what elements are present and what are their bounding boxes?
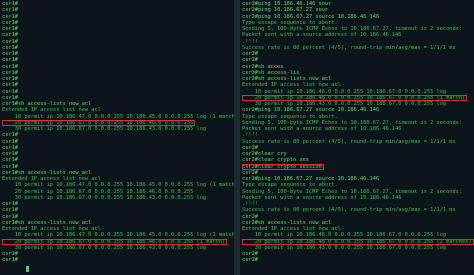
highlighted-acl-line: csr2#clear crypto session [242, 163, 324, 170]
terminal-line: 10 permit ip 10.186.46.0 0.0.0.255 10.18… [242, 232, 447, 239]
highlighted-acl-line: 20 permit ip 10.186.67.0 0.0.0.255 10.18… [2, 238, 228, 245]
terminal-line: 30 permit ip 10.186.67.0 0.0.0.255 10.18… [2, 194, 207, 201]
terminal-line: csr2#clear crypto ses [242, 157, 309, 164]
highlighted-acl-line: 20 permit ip 10.186.46.0 0.0.0.255 10.18… [242, 238, 474, 245]
terminal-line: 10 permit ip 10.186.47.0 0.0.0.255 10.18… [2, 113, 234, 120]
terminal-line: 30 permit ip 10.186.67.0 0.0.0.255 10.18… [2, 244, 207, 251]
terminal-window: csr1# csr1# csr1# csr1# csr1# csr1# csr1# csr1#… [0, 0, 474, 275]
terminal-line: 30 permit ip 10.186.67.0 0.0.0.255 10.18… [2, 126, 207, 132]
terminal-line: Sending 5, 100-byte ICMP Echos to 10.186… [242, 188, 463, 195]
terminal-line: csr1# [2, 257, 18, 264]
terminal-line: 10 permit ip 10.186.46.0 0.0.0.255 10.18… [242, 88, 447, 95]
terminal-output-csr1: csr1# csr1# csr1# csr1# csr1# csr1# csr1# csr1#… [2, 1, 234, 264]
terminal-line: Success rate is 80 percent (4/5), round-… [242, 44, 456, 51]
terminal-line: Success rate is 80 percent (4/5), round-… [242, 138, 456, 145]
terminal-pane-csr1[interactable]: csr1# csr1# csr1# csr1# csr1# csr1# csr1# csr1#… [0, 0, 234, 275]
terminal-line: 10 permit ip 10.186.47.0 0.0.0.255 10.18… [2, 182, 234, 189]
text-cursor [26, 266, 29, 272]
terminal-line: csr2# [242, 257, 258, 264]
terminal-line: Success rate is 80 percent (4/5), round-… [242, 207, 456, 214]
terminal-line: 30 permit ip 10.186.43.0 0.0.0.255 10.18… [242, 244, 447, 251]
terminal-output-csr2: csr2#ping 10.186.46.146 sour csr2#ping 10… [242, 1, 474, 264]
terminal-line: 10 permit ip 10.186.47.0 0.0.0.255 10.18… [2, 232, 234, 239]
terminal-pane-csr2[interactable]: csr2#ping 10.186.46.146 sour csr2#ping 10… [240, 0, 474, 275]
